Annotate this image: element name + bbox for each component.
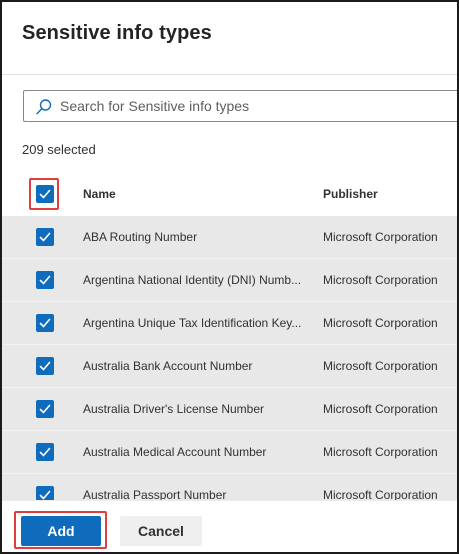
checkmark-icon [39, 275, 51, 285]
row-checkbox[interactable] [36, 443, 54, 461]
row-name: Australia Medical Account Number [83, 445, 267, 459]
select-all-highlight [29, 178, 59, 210]
table-row[interactable]: ABA Routing Number Microsoft Corporation [2, 216, 457, 259]
cancel-button[interactable]: Cancel [120, 516, 202, 546]
row-publisher: Microsoft Corporation [323, 316, 438, 330]
add-button[interactable]: Add [21, 516, 101, 546]
table-body: ABA Routing Number Microsoft Corporation… [2, 216, 457, 517]
table-row[interactable]: Australia Driver's License Number Micros… [2, 388, 457, 431]
row-name: Australia Driver's License Number [83, 402, 265, 416]
table-row[interactable]: Australia Medical Account Number Microso… [2, 431, 457, 474]
row-publisher: Microsoft Corporation [323, 273, 438, 287]
panel-title: Sensitive info types [22, 22, 212, 44]
checkmark-icon [39, 318, 51, 328]
search-input[interactable] [60, 91, 450, 121]
checkmark-icon [39, 404, 51, 414]
search-icon [35, 98, 53, 116]
row-publisher: Microsoft Corporation [323, 359, 438, 373]
row-checkbox[interactable] [36, 228, 54, 246]
column-header-publisher[interactable]: Publisher [323, 187, 378, 201]
sensitive-info-types-panel: Sensitive info types 209 selected Name P… [0, 0, 459, 554]
selected-count: 209 selected [22, 142, 96, 157]
header-divider [2, 74, 457, 75]
row-publisher: Microsoft Corporation [323, 230, 438, 244]
checkmark-icon [39, 361, 51, 371]
table-row[interactable]: Australia Bank Account Number Microsoft … [2, 345, 457, 388]
row-checkbox[interactable] [36, 357, 54, 375]
search-box[interactable] [23, 90, 457, 122]
checkmark-icon [39, 447, 51, 457]
row-publisher: Microsoft Corporation [323, 402, 438, 416]
row-name: ABA Routing Number [83, 230, 198, 244]
table-header: Name Publisher [2, 172, 457, 216]
table-row[interactable]: Argentina National Identity (DNI) Numb..… [2, 259, 457, 302]
row-checkbox[interactable] [36, 400, 54, 418]
row-name: Argentina National Identity (DNI) Numb..… [83, 273, 302, 287]
checkmark-icon [39, 232, 51, 242]
column-header-name[interactable]: Name [83, 187, 116, 201]
table-row[interactable]: Argentina Unique Tax Identification Key.… [2, 302, 457, 345]
row-checkbox[interactable] [36, 271, 54, 289]
row-publisher: Microsoft Corporation [323, 445, 438, 459]
row-name: Argentina Unique Tax Identification Key.… [83, 316, 302, 330]
panel-footer: Add Cancel [2, 500, 457, 552]
row-name: Australia Bank Account Number [83, 359, 253, 373]
row-checkbox[interactable] [36, 314, 54, 332]
